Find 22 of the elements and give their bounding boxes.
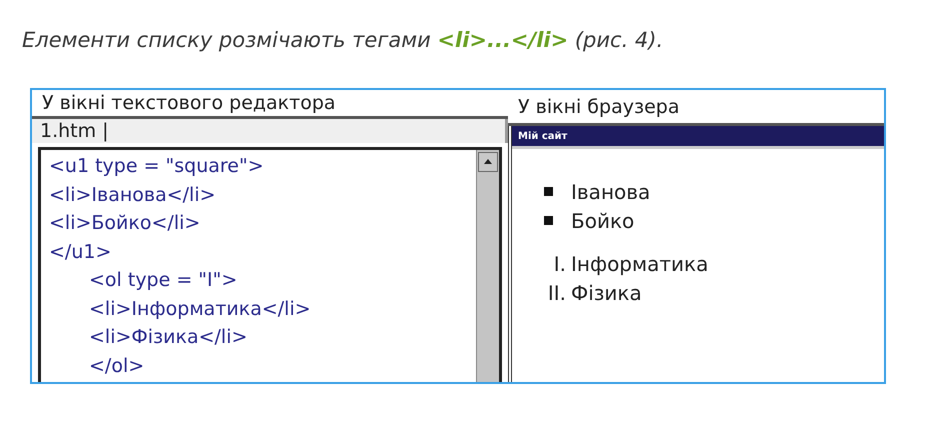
square-bullet-icon xyxy=(544,216,553,225)
code-line: <li>Інформатика</li> xyxy=(88,296,312,322)
list-marker: I. xyxy=(552,252,566,276)
scrollbar[interactable] xyxy=(476,150,499,382)
list-marker: II. xyxy=(546,280,566,304)
filename-bar: 1.htm | xyxy=(32,119,508,143)
scroll-up-icon[interactable] xyxy=(478,152,498,172)
code-line: <u1 type = "square"> xyxy=(49,154,265,179)
list-item: Іванова xyxy=(571,180,650,204)
square-bullet-icon xyxy=(544,187,553,196)
list-item: Фізика xyxy=(571,280,642,304)
code-line: </u1> xyxy=(49,240,112,264)
code-line: <ol type = "I"> xyxy=(88,268,238,293)
code-line: </ol> xyxy=(88,354,146,378)
browser-title-bar: Мій сайт xyxy=(512,126,884,149)
list-item: Бойко xyxy=(571,208,634,232)
code-editor[interactable]: <u1 type = "square"> <li>Іванова</li> <li>Бойко</li> </u1> <ol type = "I"> <li>Інформатика</li> <li>Фізика</li> </ol> xyxy=(38,147,502,382)
list-item: Інформатика xyxy=(571,252,708,276)
code-line: <li>Фізика</li> xyxy=(88,325,248,350)
caption-sentence: Елементи списку розмічають тегами <li>...</li> (рис. 4). xyxy=(21,27,664,52)
code-line: <li>Бойко</li> xyxy=(49,211,202,236)
code-line: <li>Іванова</li> xyxy=(49,182,217,208)
